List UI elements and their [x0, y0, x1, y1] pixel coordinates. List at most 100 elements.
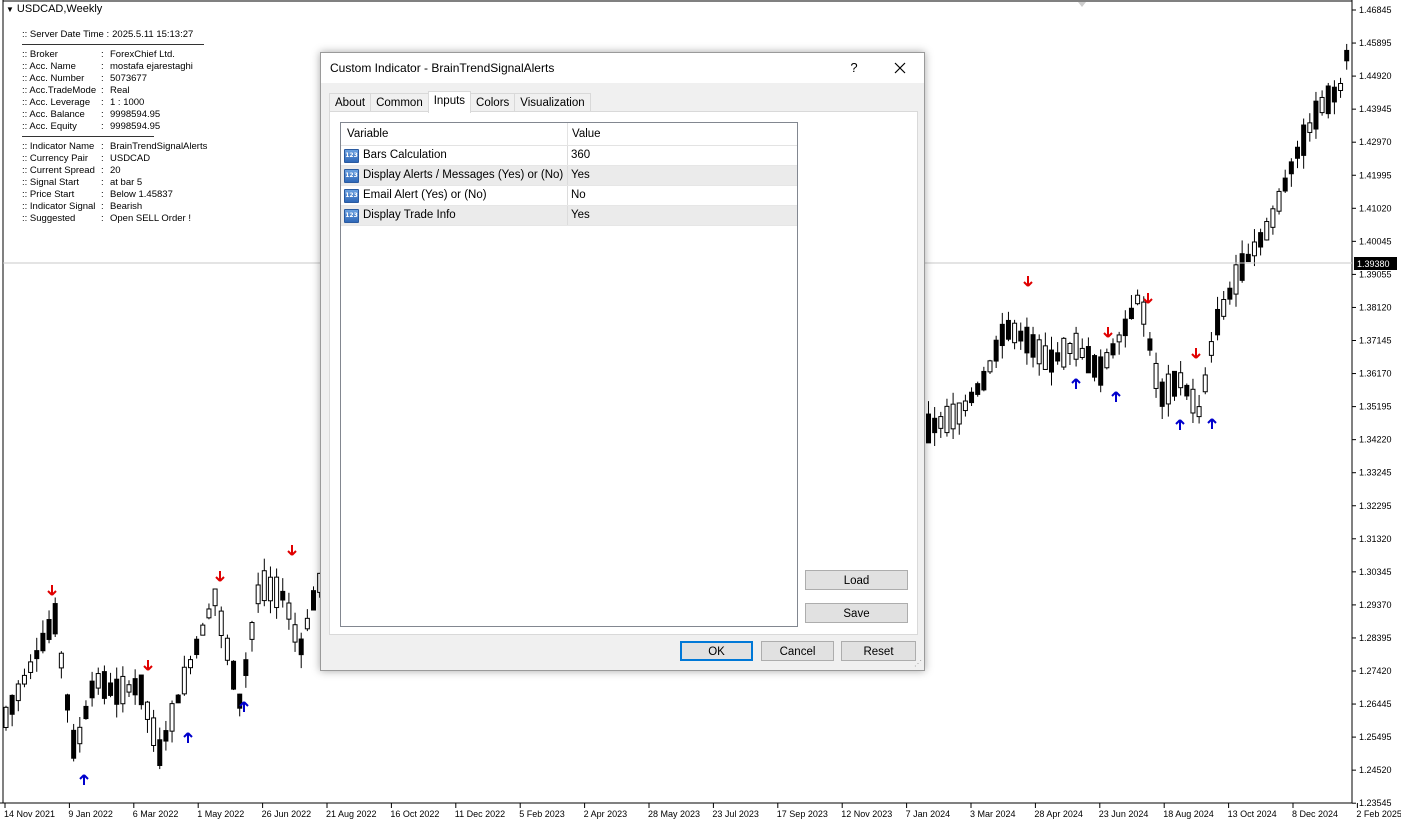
bull-candle	[255, 584, 261, 605]
indicator-label: :: Suggested	[22, 213, 76, 224]
tab-inputs[interactable]: Inputs	[427, 91, 472, 113]
bear-candle	[1184, 384, 1190, 397]
bull-candle	[1079, 347, 1085, 359]
input-value[interactable]: Yes	[571, 166, 590, 185]
account-label: :: Broker	[22, 49, 58, 60]
column-header-value[interactable]: Value	[568, 123, 792, 145]
buy-arrow-icon	[79, 774, 89, 785]
time-tick-label: 28 Apr 2024	[1034, 809, 1083, 819]
indicator-label: :: Current Spread	[22, 165, 95, 176]
bear-candle	[1295, 146, 1300, 159]
info-separator: :	[101, 201, 104, 212]
price-tick-label: 1.29370	[1359, 600, 1392, 610]
save-button[interactable]: Save	[805, 603, 908, 623]
close-button[interactable]	[888, 57, 912, 79]
price-tick-label: 1.33245	[1359, 468, 1392, 478]
buy-arrow-icon	[1175, 419, 1185, 430]
account-label: :: Acc. Leverage	[22, 97, 91, 108]
input-row-display-alerts[interactable]: 123 Display Alerts / Messages (Yes) or (…	[341, 166, 797, 186]
bear-candle	[65, 694, 70, 711]
indicator-value: at bar 5	[110, 177, 143, 188]
account-info: :: Broker: ForexChief Ltd.:: Acc. Name: mo…	[22, 49, 207, 133]
bear-candle	[1344, 49, 1350, 62]
bear-candle	[101, 671, 107, 699]
bull-candle	[218, 610, 224, 637]
bear-candle	[138, 674, 144, 706]
bull-candle	[120, 675, 126, 705]
input-variable-name: Display Trade Info	[363, 209, 456, 221]
load-button[interactable]: Load	[805, 570, 908, 590]
input-variable-name: Bars Calculation	[363, 149, 447, 161]
sell-arrow-icon	[215, 571, 225, 582]
inputs-grid: Variable Value 123 Bars Calculation 360 …	[340, 122, 798, 627]
time-tick-label: 26 Jun 2022	[262, 809, 312, 819]
time-tick-label: 17 Sep 2023	[777, 809, 828, 819]
resize-grip-icon[interactable]: ⋰	[914, 660, 922, 668]
input-row-bars-calculation[interactable]: 123 Bars Calculation 360	[341, 146, 797, 166]
bull-candle	[77, 726, 83, 745]
bear-candle	[1092, 355, 1098, 378]
info-separator: :	[101, 177, 104, 188]
input-row-display-trade-info[interactable]: 123 Display Trade Info Yes	[341, 206, 797, 226]
info-divider	[22, 136, 154, 137]
numeric-input-icon: 123	[344, 189, 359, 203]
bear-candle	[280, 590, 286, 601]
indicator-label: :: Indicator Name	[22, 141, 95, 152]
tab-colors[interactable]: Colors	[470, 93, 516, 112]
bear-candle	[1018, 330, 1024, 342]
indicator-row: :: Price Start: Below 1.45837	[22, 189, 207, 201]
bear-candle	[1245, 253, 1251, 263]
bull-candle	[944, 405, 950, 434]
indicator-label: :: Indicator Signal	[22, 201, 96, 212]
cancel-button[interactable]: Cancel	[761, 641, 834, 661]
bear-candle	[108, 682, 114, 696]
price-axis: 1.46845 1.45895 1.44920 1.43945 1.42970 1.419…	[1352, 5, 1392, 808]
price-tick-label: 1.27420	[1359, 666, 1392, 676]
bear-candle	[1024, 326, 1030, 354]
bull-candle	[224, 637, 230, 661]
time-tick-label: 7 Jan 2024	[906, 809, 951, 819]
bull-candle	[3, 706, 9, 728]
tab-visualization[interactable]: Visualization	[514, 93, 591, 112]
bull-candle	[304, 617, 310, 630]
tab-about[interactable]: About	[329, 93, 372, 112]
bear-candle	[1122, 318, 1128, 337]
bull-candle	[126, 684, 132, 693]
price-tick-label: 1.26445	[1359, 699, 1392, 709]
bull-candle	[58, 652, 64, 669]
reset-button[interactable]: Reset	[841, 641, 916, 661]
input-value[interactable]: No	[571, 186, 586, 205]
ok-button[interactable]: OK	[680, 641, 753, 661]
dialog-titlebar[interactable]: Custom Indicator - BrainTrendSignalAlert…	[321, 53, 924, 83]
help-button[interactable]: ?	[843, 57, 865, 79]
grid-header: Variable Value	[341, 123, 797, 146]
bear-candle	[46, 619, 52, 640]
indicator-row: :: Currency Pair: USDCAD	[22, 153, 207, 165]
indicator-row: :: Suggested: Open SELL Order !	[22, 213, 207, 225]
bull-candle	[261, 570, 267, 602]
inputs-panel: Variable Value 123 Bars Calculation 360 …	[329, 111, 918, 635]
column-header-variable[interactable]: Variable	[341, 123, 568, 145]
input-value[interactable]: Yes	[571, 206, 590, 225]
custom-indicator-dialog: Custom Indicator - BrainTrendSignalAlert…	[320, 52, 925, 671]
bull-candle	[1202, 374, 1208, 393]
info-separator: :	[101, 189, 104, 200]
account-label: :: Acc. Balance	[22, 109, 85, 120]
input-row-email-alert[interactable]: 123 Email Alert (Yes) or (No) No	[341, 186, 797, 206]
bull-candle	[956, 402, 962, 425]
time-tick-label: 3 Mar 2024	[970, 809, 1016, 819]
price-tick-label: 1.25495	[1359, 732, 1392, 742]
bull-candle	[1196, 406, 1202, 418]
price-tick-label: 1.42970	[1359, 137, 1392, 147]
input-value[interactable]: 360	[571, 146, 590, 165]
bull-candle	[181, 666, 187, 695]
bull-candle	[1165, 373, 1171, 405]
sell-arrow-icon	[143, 660, 153, 671]
chart-shift-marker	[1078, 2, 1086, 7]
bull-candle	[1061, 337, 1067, 368]
tab-common[interactable]: Common	[370, 93, 429, 112]
bull-candle	[169, 703, 175, 732]
info-separator: :	[101, 109, 104, 120]
bull-candle	[1073, 332, 1079, 360]
bear-candle	[1147, 338, 1153, 351]
